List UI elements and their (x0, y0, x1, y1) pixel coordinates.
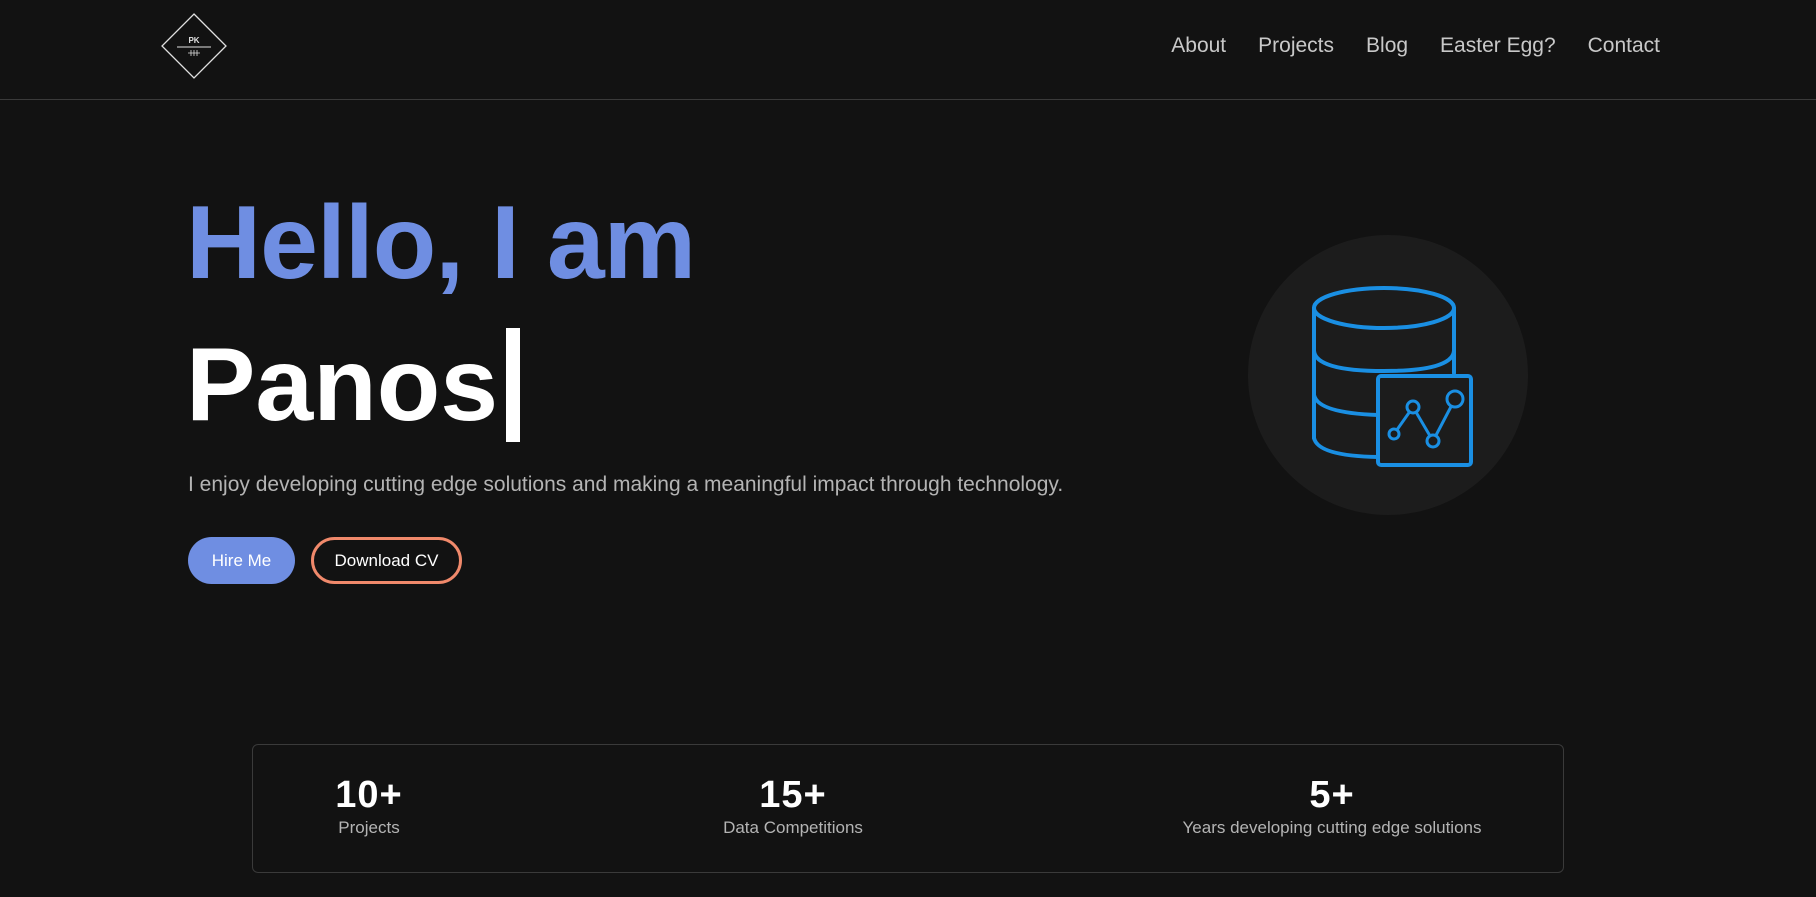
nav-links: About Projects Blog Easter Egg? Contact (1171, 33, 1660, 59)
stat-years: 5+ Years developing cutting edge solutio… (1183, 775, 1482, 839)
nav-link-projects[interactable]: Projects (1258, 33, 1334, 59)
top-navbar: PK About Projects Blog Easter Egg? Conta… (0, 0, 1816, 100)
logo-diamond: PK (161, 13, 227, 79)
nav-link-blog[interactable]: Blog (1366, 33, 1408, 59)
logo-icon[interactable]: PK (161, 13, 227, 79)
stat-value: 5+ (1309, 774, 1355, 816)
stat-data-competitions: 15+ Data Competitions (723, 775, 863, 839)
hero-name-heading: Panos (186, 327, 521, 443)
nav-link-about[interactable]: About (1171, 33, 1226, 59)
database-chart-icon (1312, 286, 1473, 467)
stat-value: 15+ (759, 774, 827, 816)
logo-monogram: PK (188, 36, 199, 45)
stat-value: 10+ (335, 774, 403, 816)
hero-greeting: Hello, I am (186, 185, 696, 301)
hero-tagline: I enjoy developing cutting edge solution… (188, 473, 1064, 496)
stat-label: Years developing cutting edge solutions (1182, 818, 1482, 837)
hire-me-button[interactable]: Hire Me (188, 537, 295, 584)
nav-link-easter-egg[interactable]: Easter Egg? (1440, 33, 1556, 59)
hero-name: Panos (186, 327, 499, 443)
stat-label: Data Competitions (723, 818, 863, 837)
hero-illustration (1248, 235, 1528, 515)
stat-projects: 10+ Projects (335, 775, 402, 839)
nav-link-contact[interactable]: Contact (1588, 33, 1660, 59)
stat-label: Projects (338, 818, 400, 837)
stats-panel: 10+ Projects 15+ Data Competitions 5+ Ye… (252, 744, 1564, 873)
typing-cursor (506, 328, 521, 442)
download-cv-button[interactable]: Download CV (311, 537, 462, 584)
